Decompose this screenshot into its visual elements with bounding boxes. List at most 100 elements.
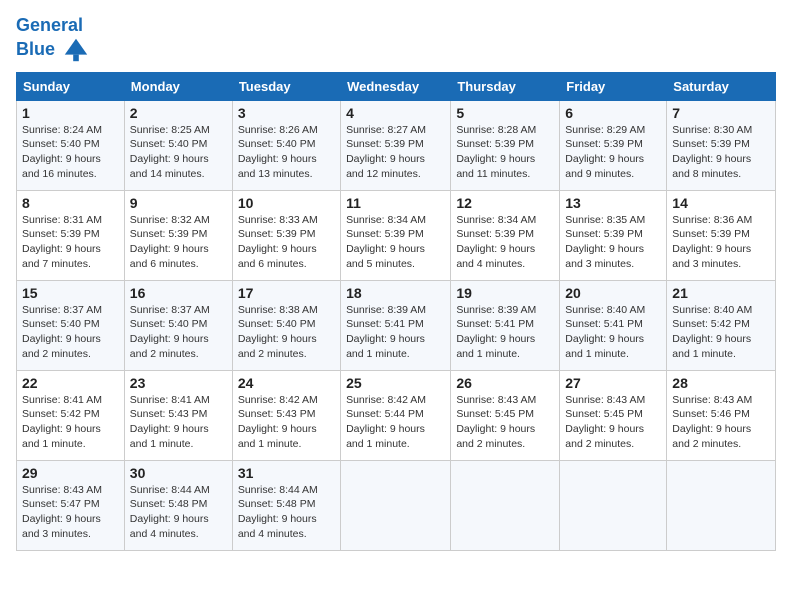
day-info: Sunrise: 8:43 AM Sunset: 5:47 PM Dayligh… bbox=[22, 483, 119, 542]
calendar-cell: 13Sunrise: 8:35 AM Sunset: 5:39 PM Dayli… bbox=[560, 190, 667, 280]
calendar-cell: 21 Sunrise: 8:40 AM Sunset: 5:42 PM Dayli… bbox=[667, 280, 776, 370]
day-info: Sunrise: 8:26 AM Sunset: 5:40 PM Dayligh… bbox=[238, 123, 335, 182]
calendar-cell: 12 Sunrise: 8:34 AM Sunset: 5:39 PM Dayli… bbox=[451, 190, 560, 280]
day-info: Sunrise: 8:28 AM Sunset: 5:39 PM Dayligh… bbox=[456, 123, 554, 182]
page-header: General Blue bbox=[16, 16, 776, 64]
day-info: Sunrise: 8:35 AM Sunset: 5:39 PM Dayligh… bbox=[565, 213, 661, 272]
calendar-week-row: 22 Sunrise: 8:41 AM Sunset: 5:42 PM Dayli… bbox=[17, 370, 776, 460]
calendar-week-row: 8 Sunrise: 8:31 AM Sunset: 5:39 PM Daylig… bbox=[17, 190, 776, 280]
day-number: 31 bbox=[238, 465, 335, 481]
logo-icon bbox=[62, 36, 90, 64]
day-number: 28 bbox=[672, 375, 770, 391]
calendar-table: SundayMondayTuesdayWednesdayThursdayFrid… bbox=[16, 72, 776, 551]
day-info: Sunrise: 8:29 AM Sunset: 5:39 PM Dayligh… bbox=[565, 123, 661, 182]
calendar-cell: 19 Sunrise: 8:39 AM Sunset: 5:41 PM Dayli… bbox=[451, 280, 560, 370]
day-number: 17 bbox=[238, 285, 335, 301]
day-info: Sunrise: 8:34 AM Sunset: 5:39 PM Dayligh… bbox=[456, 213, 554, 272]
day-info: Sunrise: 8:42 AM Sunset: 5:43 PM Dayligh… bbox=[238, 393, 335, 452]
calendar-header-row: SundayMondayTuesdayWednesdayThursdayFrid… bbox=[17, 72, 776, 100]
day-info: Sunrise: 8:36 AM Sunset: 5:39 PM Dayligh… bbox=[672, 213, 770, 272]
calendar-cell: 3 Sunrise: 8:26 AM Sunset: 5:40 PM Daylig… bbox=[232, 100, 340, 190]
calendar-cell bbox=[451, 460, 560, 550]
logo: General Blue bbox=[16, 16, 90, 64]
day-number: 1 bbox=[22, 105, 119, 121]
day-info: Sunrise: 8:37 AM Sunset: 5:40 PM Dayligh… bbox=[130, 303, 227, 362]
calendar-cell: 24 Sunrise: 8:42 AM Sunset: 5:43 PM Dayli… bbox=[232, 370, 340, 460]
calendar-week-row: 29 Sunrise: 8:43 AM Sunset: 5:47 PM Dayli… bbox=[17, 460, 776, 550]
day-info: Sunrise: 8:27 AM Sunset: 5:39 PM Dayligh… bbox=[346, 123, 445, 182]
day-info: Sunrise: 8:40 AM Sunset: 5:41 PM Dayligh… bbox=[565, 303, 661, 362]
calendar-cell: 10Sunrise: 8:33 AM Sunset: 5:39 PM Dayli… bbox=[232, 190, 340, 280]
day-number: 26 bbox=[456, 375, 554, 391]
day-info: Sunrise: 8:39 AM Sunset: 5:41 PM Dayligh… bbox=[456, 303, 554, 362]
calendar-cell: 9 Sunrise: 8:32 AM Sunset: 5:39 PM Daylig… bbox=[124, 190, 232, 280]
day-info: Sunrise: 8:39 AM Sunset: 5:41 PM Dayligh… bbox=[346, 303, 445, 362]
day-info: Sunrise: 8:43 AM Sunset: 5:45 PM Dayligh… bbox=[456, 393, 554, 452]
logo-text2: Blue bbox=[16, 36, 90, 64]
calendar-cell: 14Sunrise: 8:36 AM Sunset: 5:39 PM Dayli… bbox=[667, 190, 776, 280]
calendar-cell: 30 Sunrise: 8:44 AM Sunset: 5:48 PM Dayli… bbox=[124, 460, 232, 550]
calendar-cell: 1 Sunrise: 8:24 AM Sunset: 5:40 PM Daylig… bbox=[17, 100, 125, 190]
day-number: 24 bbox=[238, 375, 335, 391]
day-info: Sunrise: 8:41 AM Sunset: 5:42 PM Dayligh… bbox=[22, 393, 119, 452]
day-info: Sunrise: 8:25 AM Sunset: 5:40 PM Dayligh… bbox=[130, 123, 227, 182]
calendar-cell: 18 Sunrise: 8:39 AM Sunset: 5:41 PM Dayli… bbox=[341, 280, 451, 370]
calendar-cell: 2Sunrise: 8:25 AM Sunset: 5:40 PM Daylig… bbox=[124, 100, 232, 190]
header-monday: Monday bbox=[124, 72, 232, 100]
day-number: 22 bbox=[22, 375, 119, 391]
day-info: Sunrise: 8:42 AM Sunset: 5:44 PM Dayligh… bbox=[346, 393, 445, 452]
day-number: 20 bbox=[565, 285, 661, 301]
day-number: 12 bbox=[456, 195, 554, 211]
calendar-week-row: 1 Sunrise: 8:24 AM Sunset: 5:40 PM Daylig… bbox=[17, 100, 776, 190]
calendar-cell: 7 Sunrise: 8:30 AM Sunset: 5:39 PM Daylig… bbox=[667, 100, 776, 190]
calendar-cell bbox=[560, 460, 667, 550]
calendar-cell: 4 Sunrise: 8:27 AM Sunset: 5:39 PM Daylig… bbox=[341, 100, 451, 190]
calendar-cell: 29 Sunrise: 8:43 AM Sunset: 5:47 PM Dayli… bbox=[17, 460, 125, 550]
day-number: 11 bbox=[346, 195, 445, 211]
day-info: Sunrise: 8:38 AM Sunset: 5:40 PM Dayligh… bbox=[238, 303, 335, 362]
day-info: Sunrise: 8:43 AM Sunset: 5:45 PM Dayligh… bbox=[565, 393, 661, 452]
day-number: 18 bbox=[346, 285, 445, 301]
day-info: Sunrise: 8:44 AM Sunset: 5:48 PM Dayligh… bbox=[130, 483, 227, 542]
day-number: 19 bbox=[456, 285, 554, 301]
day-number: 10 bbox=[238, 195, 335, 211]
day-number: 27 bbox=[565, 375, 661, 391]
day-info: Sunrise: 8:44 AM Sunset: 5:48 PM Dayligh… bbox=[238, 483, 335, 542]
calendar-cell: 23Sunrise: 8:41 AM Sunset: 5:43 PM Dayli… bbox=[124, 370, 232, 460]
calendar-cell: 17 Sunrise: 8:38 AM Sunset: 5:40 PM Dayli… bbox=[232, 280, 340, 370]
calendar-cell: 26 Sunrise: 8:43 AM Sunset: 5:45 PM Dayli… bbox=[451, 370, 560, 460]
day-number: 15 bbox=[22, 285, 119, 301]
day-number: 6 bbox=[565, 105, 661, 121]
header-saturday: Saturday bbox=[667, 72, 776, 100]
day-number: 21 bbox=[672, 285, 770, 301]
logo-text: General bbox=[16, 16, 90, 36]
calendar-cell: 6 Sunrise: 8:29 AM Sunset: 5:39 PM Daylig… bbox=[560, 100, 667, 190]
day-number: 8 bbox=[22, 195, 119, 211]
day-info: Sunrise: 8:24 AM Sunset: 5:40 PM Dayligh… bbox=[22, 123, 119, 182]
day-info: Sunrise: 8:31 AM Sunset: 5:39 PM Dayligh… bbox=[22, 213, 119, 272]
day-number: 3 bbox=[238, 105, 335, 121]
day-number: 9 bbox=[130, 195, 227, 211]
day-number: 29 bbox=[22, 465, 119, 481]
day-info: Sunrise: 8:40 AM Sunset: 5:42 PM Dayligh… bbox=[672, 303, 770, 362]
day-number: 4 bbox=[346, 105, 445, 121]
calendar-cell bbox=[667, 460, 776, 550]
calendar-week-row: 15 Sunrise: 8:37 AM Sunset: 5:40 PM Dayli… bbox=[17, 280, 776, 370]
day-number: 25 bbox=[346, 375, 445, 391]
day-number: 23 bbox=[130, 375, 227, 391]
header-thursday: Thursday bbox=[451, 72, 560, 100]
day-number: 5 bbox=[456, 105, 554, 121]
calendar-cell: 31 Sunrise: 8:44 AM Sunset: 5:48 PM Dayli… bbox=[232, 460, 340, 550]
day-info: Sunrise: 8:32 AM Sunset: 5:39 PM Dayligh… bbox=[130, 213, 227, 272]
calendar-cell: 20 Sunrise: 8:40 AM Sunset: 5:41 PM Dayli… bbox=[560, 280, 667, 370]
day-info: Sunrise: 8:30 AM Sunset: 5:39 PM Dayligh… bbox=[672, 123, 770, 182]
day-info: Sunrise: 8:34 AM Sunset: 5:39 PM Dayligh… bbox=[346, 213, 445, 272]
header-friday: Friday bbox=[560, 72, 667, 100]
calendar-cell: 16Sunrise: 8:37 AM Sunset: 5:40 PM Dayli… bbox=[124, 280, 232, 370]
day-number: 30 bbox=[130, 465, 227, 481]
calendar-cell bbox=[341, 460, 451, 550]
calendar-cell: 8 Sunrise: 8:31 AM Sunset: 5:39 PM Daylig… bbox=[17, 190, 125, 280]
calendar-cell: 15Sunrise: 8:37 AM Sunset: 5:40 PM Dayli… bbox=[17, 280, 125, 370]
calendar-cell: 25 Sunrise: 8:42 AM Sunset: 5:44 PM Dayli… bbox=[341, 370, 451, 460]
day-number: 7 bbox=[672, 105, 770, 121]
